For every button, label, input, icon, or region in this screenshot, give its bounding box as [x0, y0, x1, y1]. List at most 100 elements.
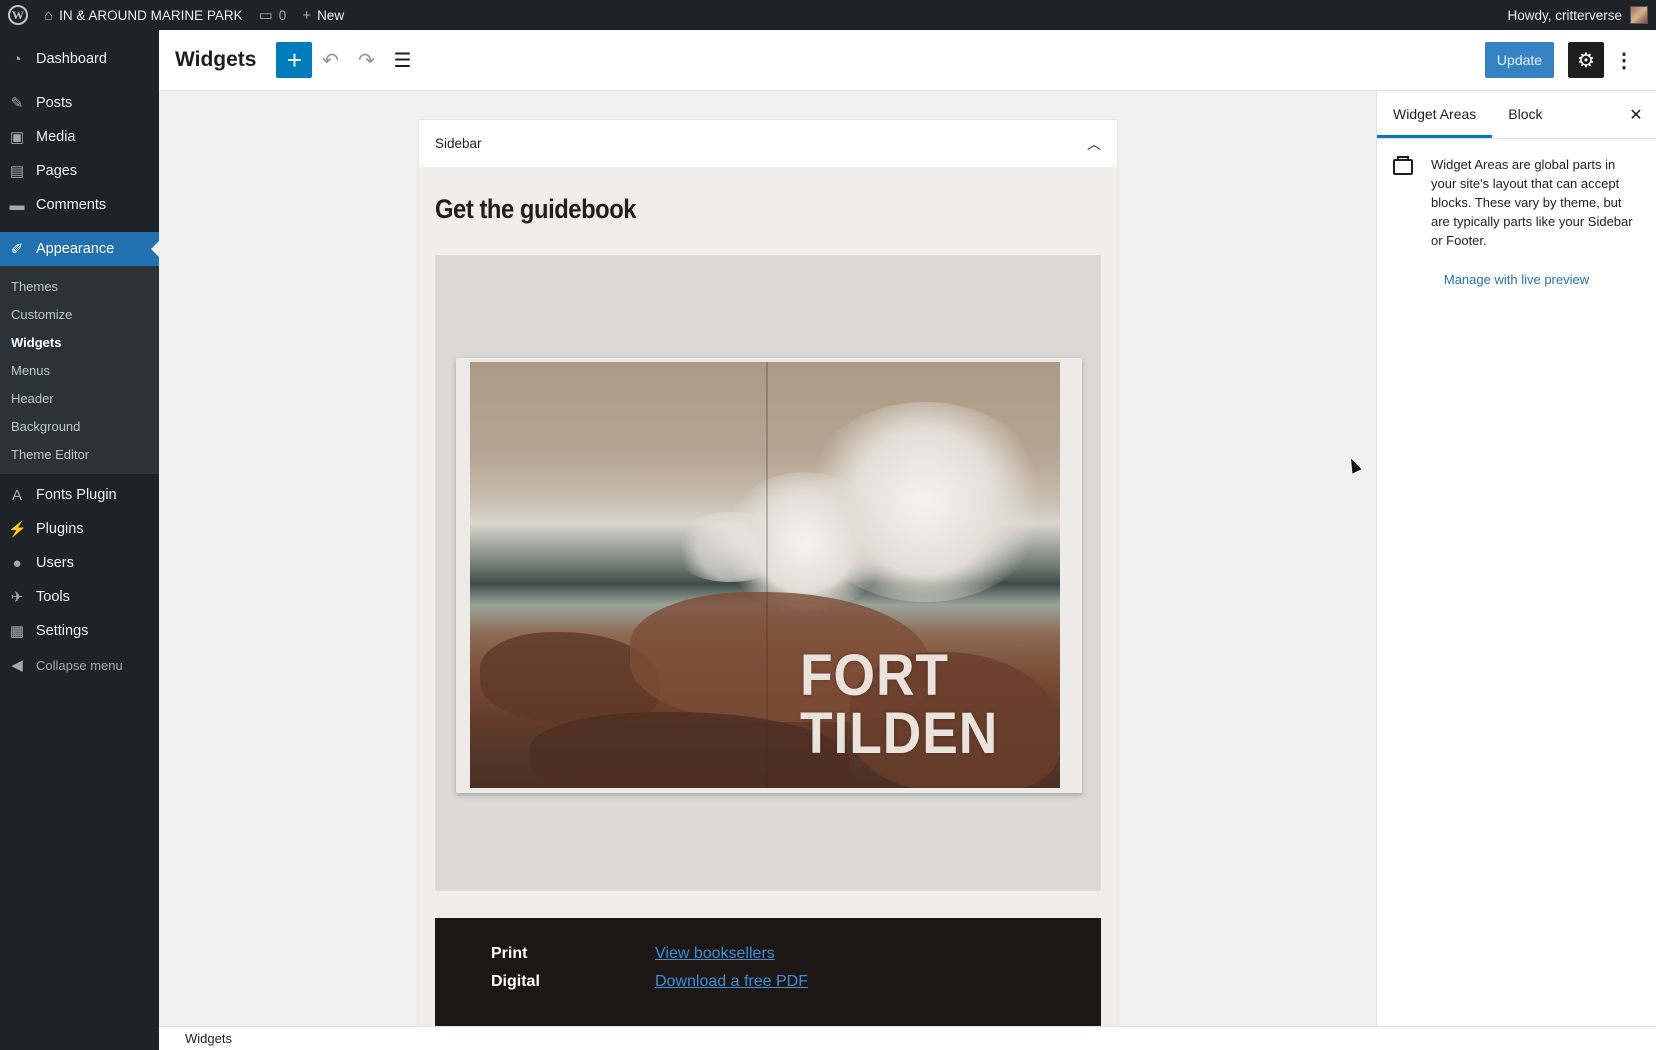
menu-label: Posts: [36, 95, 73, 111]
menu-item-settings[interactable]: ▦ Settings: [0, 614, 159, 648]
new-label: New: [317, 7, 345, 23]
mouse-cursor-icon: [1346, 456, 1362, 474]
manage-live-preview-link[interactable]: Manage with live preview: [1377, 272, 1656, 287]
admin-bar: W ⌂ IN & AROUND MARINE PARK ▭ 0 + New Ho…: [0, 0, 1656, 30]
menu-item-users[interactable]: ● Users: [0, 546, 159, 580]
pages-icon: ▤: [9, 163, 25, 180]
menu-item-appearance[interactable]: ✐ Appearance: [0, 232, 159, 266]
options-button[interactable]: ⋮: [1609, 42, 1639, 78]
sidebar-tabs: Widget Areas Block ✕: [1377, 91, 1656, 139]
wordpress-icon: W: [8, 5, 28, 25]
update-button[interactable]: Update: [1485, 42, 1554, 78]
table-row: Print View booksellers: [491, 940, 1101, 968]
menu-item-comments[interactable]: ▬ Comments: [0, 188, 159, 222]
undo-icon: ↶: [322, 49, 339, 72]
collapse-menu-button[interactable]: ◀ Collapse menu: [0, 648, 159, 682]
heading-block[interactable]: Get the guidebook: [435, 168, 1021, 225]
widget-area-header[interactable]: Sidebar ︿: [419, 120, 1117, 168]
editor-canvas[interactable]: Sidebar ︿ Get the guidebook FORT TILDEN …: [159, 91, 1376, 1026]
collapse-icon: ◀: [11, 657, 23, 674]
settings-sidebar: Widget Areas Block ✕ Widget Areas are gl…: [1376, 91, 1656, 1026]
page-title: Widgets: [175, 48, 257, 71]
menu-item-posts[interactable]: ✎ Posts: [0, 86, 159, 120]
menu-label: Settings: [36, 623, 89, 639]
submenu-item-background[interactable]: Background: [0, 412, 159, 440]
submenu-item-menus[interactable]: Menus: [0, 356, 159, 384]
appearance-submenu: Themes Customize Widgets Menus Header Ba…: [0, 266, 159, 474]
list-view-icon: ☰: [393, 49, 412, 72]
gear-icon: ⚙: [1577, 49, 1595, 72]
settings-button[interactable]: ⚙: [1568, 42, 1604, 78]
comments-link[interactable]: ▭ 0: [251, 0, 295, 30]
menu-label: Appearance: [36, 241, 115, 257]
menu-item-pages[interactable]: ▤ Pages: [0, 154, 159, 188]
home-icon: ⌂: [44, 6, 54, 24]
comment-icon: ▬: [9, 196, 25, 214]
undo-button[interactable]: ↶: [312, 42, 348, 78]
plus-icon: +: [302, 6, 312, 24]
more-vertical-icon: ⋮: [1614, 49, 1634, 72]
menu-label: Dashboard: [36, 51, 107, 67]
menu-item-fonts-plugin[interactable]: A Fonts Plugin: [0, 478, 159, 512]
footer-breadcrumb: Widgets: [159, 1026, 1656, 1050]
new-content-button[interactable]: + New: [294, 0, 352, 30]
breadcrumb-item[interactable]: Widgets: [185, 1031, 232, 1046]
submenu-item-customize[interactable]: Customize: [0, 300, 159, 328]
view-booksellers-link[interactable]: View booksellers: [655, 945, 775, 963]
tab-block[interactable]: Block: [1492, 90, 1558, 138]
settings-icon: ▦: [9, 623, 25, 640]
site-name-link[interactable]: ⌂ IN & AROUND MARINE PARK: [36, 0, 251, 30]
menu-label: Users: [36, 555, 74, 571]
media-icon: ▣: [9, 129, 25, 146]
block-inserter-button[interactable]: +: [276, 42, 313, 78]
menu-item-tools[interactable]: ✈ Tools: [0, 580, 159, 614]
dashboard-icon: ◔: [12, 50, 22, 68]
menu-label: Comments: [36, 197, 107, 213]
book-title-line: FORT: [800, 643, 949, 708]
widget-area-title: Sidebar: [435, 136, 482, 151]
wordpress-logo-button[interactable]: W: [0, 0, 36, 30]
comments-count: 0: [278, 7, 287, 23]
widget-area-sidebar[interactable]: Sidebar ︿ Get the guidebook FORT TILDEN …: [419, 120, 1117, 1026]
chevron-up-icon[interactable]: ︿: [1087, 134, 1101, 154]
redo-icon: ↷: [358, 49, 375, 72]
submenu-item-header[interactable]: Header: [0, 384, 159, 412]
menu-item-plugins[interactable]: ⚡ Plugins: [0, 512, 159, 546]
menu-label: Tools: [36, 589, 70, 605]
submenu-item-widgets[interactable]: Widgets: [0, 328, 159, 356]
row-label: Print: [491, 945, 528, 962]
menu-label: Fonts Plugin: [36, 487, 117, 503]
redo-button[interactable]: ↷: [348, 42, 384, 78]
book-title-line: TILDEN: [800, 701, 999, 766]
editor-header: Widgets + ↶ ↷ ☰ Update ⚙ ⋮: [159, 30, 1656, 91]
submenu-item-themes[interactable]: Themes: [0, 272, 159, 300]
paintbrush-icon: ✐: [10, 241, 24, 258]
list-view-button[interactable]: ☰: [384, 42, 420, 78]
row-label: Digital: [491, 973, 540, 990]
avatar: [1630, 6, 1648, 24]
user-account-menu[interactable]: Howdy, critterverse: [1507, 6, 1656, 24]
comment-icon: ▭: [258, 7, 273, 24]
image-block[interactable]: FORT TILDEN: [435, 255, 1101, 891]
description-text: Widget Areas are global parts in your si…: [1431, 157, 1633, 248]
widget-area-icon: [1393, 156, 1413, 175]
book-title: FORT TILDEN: [800, 647, 998, 763]
links-table-block[interactable]: Print View booksellers Digital Download …: [435, 918, 1101, 1026]
plugin-icon: ⚡: [8, 521, 27, 538]
book-image: FORT TILDEN: [456, 358, 1082, 793]
menu-label: Collapse menu: [36, 657, 123, 673]
plus-icon: +: [286, 45, 303, 75]
admin-menu: ◔ Dashboard ✎ Posts ▣ Media ▤ Pages ▬ Co…: [0, 30, 159, 1050]
table-row: Digital Download a free PDF: [491, 968, 1101, 996]
menu-item-dashboard[interactable]: ◔ Dashboard: [0, 42, 159, 76]
submenu-item-theme-editor[interactable]: Theme Editor: [0, 440, 159, 468]
widget-areas-description: Widget Areas are global parts in your si…: [1377, 139, 1656, 250]
site-name: IN & AROUND MARINE PARK: [59, 7, 243, 23]
menu-label: Pages: [36, 163, 78, 179]
menu-item-media[interactable]: ▣ Media: [0, 120, 159, 154]
download-pdf-link[interactable]: Download a free PDF: [655, 973, 808, 991]
tab-widget-areas[interactable]: Widget Areas: [1377, 90, 1492, 138]
greeting: Howdy, critterverse: [1507, 7, 1622, 23]
widget-area-content: Get the guidebook FORT TILDEN Print View…: [419, 168, 1117, 1026]
close-icon[interactable]: ✕: [1624, 103, 1648, 127]
